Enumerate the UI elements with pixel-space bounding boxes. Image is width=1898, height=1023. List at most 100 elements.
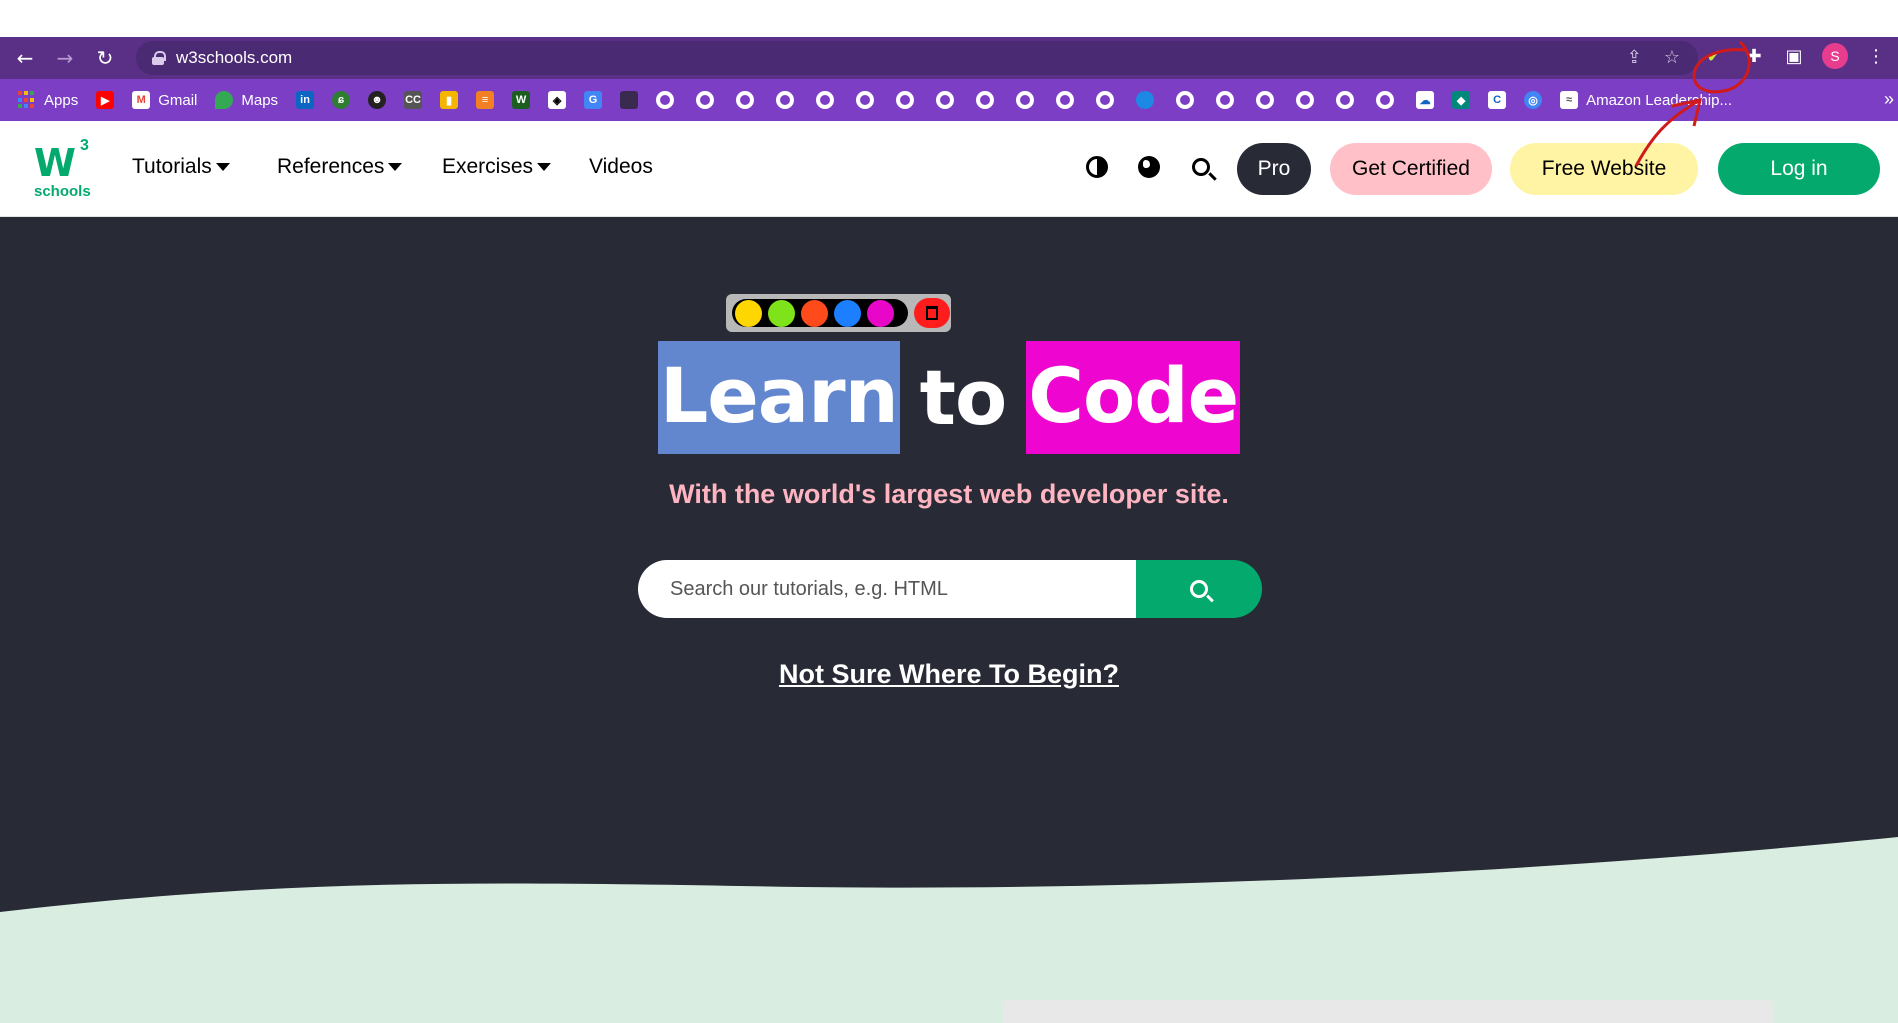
globe-bookmark-icon[interactable] [976,91,995,109]
search-input[interactable] [638,560,1138,618]
bookmarks-overflow-icon[interactable]: » [1884,89,1894,110]
nav-references-label: References [277,155,385,178]
globe-bookmark-icon[interactable] [736,91,755,109]
leaf-icon: ɕ [332,91,351,109]
globe-bookmark-icon[interactable] [1296,91,1315,109]
hero-headline: Learn to Code [0,341,1898,454]
stack-icon: ≡ [476,91,495,109]
bookmark-c[interactable]: C [1488,91,1507,109]
nav-search-button[interactable] [1188,154,1214,180]
green-swatch[interactable] [768,299,795,327]
yellow-swatch[interactable] [735,299,762,327]
nav-tutorials[interactable]: Tutorials [132,155,230,179]
login-button[interactable]: Log in [1718,143,1880,195]
globe-bookmark-icon[interactable] [1376,91,1395,109]
blue-drop-icon [1136,91,1155,109]
globe-bookmark-icon[interactable] [656,91,675,109]
bookmark-stack[interactable]: ≡ [476,91,495,109]
reload-icon[interactable]: ↻ [90,43,120,73]
magenta-swatch[interactable] [867,299,894,327]
profile-avatar[interactable]: S [1822,43,1848,69]
octocat-icon: ☻ [368,91,387,109]
bookmark-app[interactable]: ◆ [1452,91,1471,109]
bookmark-translate[interactable]: G [584,91,603,109]
globe-bookmark-icon[interactable] [1056,91,1075,109]
bookmarks-bar: Apps ▶ M Gmail Maps in ɕ ☻ CC ▮ ≡ W ◈ G [0,79,1898,121]
bookmark-codepen[interactable]: ◈ [548,91,567,109]
bookmark-gmail[interactable]: M Gmail [132,91,197,109]
bookmark-amazon-leadership[interactable]: ≈ Amazon Leadership... [1560,91,1732,109]
share-icon[interactable]: ⇪ [1627,47,1642,68]
bookmark-label: Apps [44,91,79,109]
bookmark-dark[interactable] [620,91,639,109]
bookmark-blue[interactable] [1136,91,1155,109]
globe-bookmark-icon[interactable] [1096,91,1115,109]
nav-videos[interactable]: Videos [589,155,653,179]
contrast-toggle[interactable] [1084,154,1110,180]
logo-3: 3 [80,137,89,154]
globe-bookmark-icon[interactable] [1256,91,1275,109]
bookmark-chart[interactable]: ▮ [440,91,459,109]
globe-bookmark-icon[interactable] [696,91,715,109]
headline-code: Code [1026,341,1241,454]
site-navbar: W 3 schools Tutorials References Exercis… [0,121,1898,217]
language-button[interactable] [1136,154,1162,180]
globe-bookmark-icon[interactable] [856,91,875,109]
nav-tutorials-label: Tutorials [132,155,212,178]
not-sure-link[interactable]: Not Sure Where To Begin? [0,659,1898,690]
nav-exercises[interactable]: Exercises [442,155,552,179]
bookmark-cc[interactable]: CC [404,91,423,109]
bookmark-cloud[interactable]: ☁ [1416,91,1435,109]
highlighter-palette [726,294,951,332]
screen: ← → ↻ w3schools.com ⇪ ☆ ✔ ✚ ▣ S ⋮ Apps ▶… [0,0,1898,1023]
bookmark-apps[interactable]: Apps [18,91,78,109]
get-certified-button[interactable]: Get Certified [1330,143,1492,195]
globe-bookmark-icon[interactable] [1176,91,1195,109]
nav-exercises-label: Exercises [442,155,534,178]
translate-icon: G [584,91,603,109]
bookmark-linkedin[interactable]: in [296,91,315,109]
bookmark-ring[interactable]: ◎ [1524,91,1543,109]
caret-down-icon [388,163,403,171]
hero-search [638,560,1262,618]
w3schools-logo[interactable]: W 3 schools [34,137,96,201]
bookmark-w[interactable]: W [512,91,531,109]
search-icon [1192,158,1210,176]
side-panel-icon[interactable]: ▣ [1782,44,1806,68]
globe-bookmark-icon[interactable] [816,91,835,109]
apps-grid-icon [18,91,36,109]
free-website-button[interactable]: Free Website [1510,143,1698,195]
nav-references[interactable]: References [277,155,403,179]
bookmark-leaf[interactable]: ɕ [332,91,351,109]
orange-swatch[interactable] [801,299,828,327]
globe-bookmark-icon[interactable] [896,91,915,109]
url-text[interactable]: w3schools.com [176,48,292,68]
hero-section: Learn to Code With the world's largest w… [0,217,1898,1023]
globe-bookmark-icon[interactable] [1336,91,1355,109]
search-submit-button[interactable] [1136,560,1262,618]
nav-videos-label: Videos [589,155,653,178]
trash-icon[interactable] [914,298,950,328]
extension-leaf-icon[interactable]: ✔ [1702,44,1726,68]
globe-bookmark-icon[interactable] [776,91,795,109]
globe-bookmark-icon[interactable] [1016,91,1035,109]
c-icon: C [1488,91,1507,109]
bookmark-youtube[interactable]: ▶ [96,91,115,109]
puzzle-icon[interactable]: ✚ [1742,44,1766,68]
pro-button[interactable]: Pro [1237,143,1311,195]
globe-bookmark-icon[interactable] [1216,91,1235,109]
logo-schools: schools [34,183,91,200]
window-top-strip [0,0,1898,37]
document-icon: ≈ [1560,91,1579,109]
bookmark-label: Gmail [158,91,198,109]
caret-down-icon [537,163,552,171]
back-arrow-icon[interactable]: ← [10,43,40,73]
star-icon[interactable]: ☆ [1664,47,1680,68]
forward-arrow-icon[interactable]: → [50,43,80,73]
menu-dots-icon[interactable]: ⋮ [1864,44,1888,68]
bookmark-maps[interactable]: Maps [215,91,278,109]
globe-bookmark-icon[interactable] [936,91,955,109]
blue-swatch[interactable] [834,299,861,327]
address-bar[interactable]: w3schools.com ⇪ ☆ [136,41,1698,75]
bookmark-octocat[interactable]: ☻ [368,91,387,109]
